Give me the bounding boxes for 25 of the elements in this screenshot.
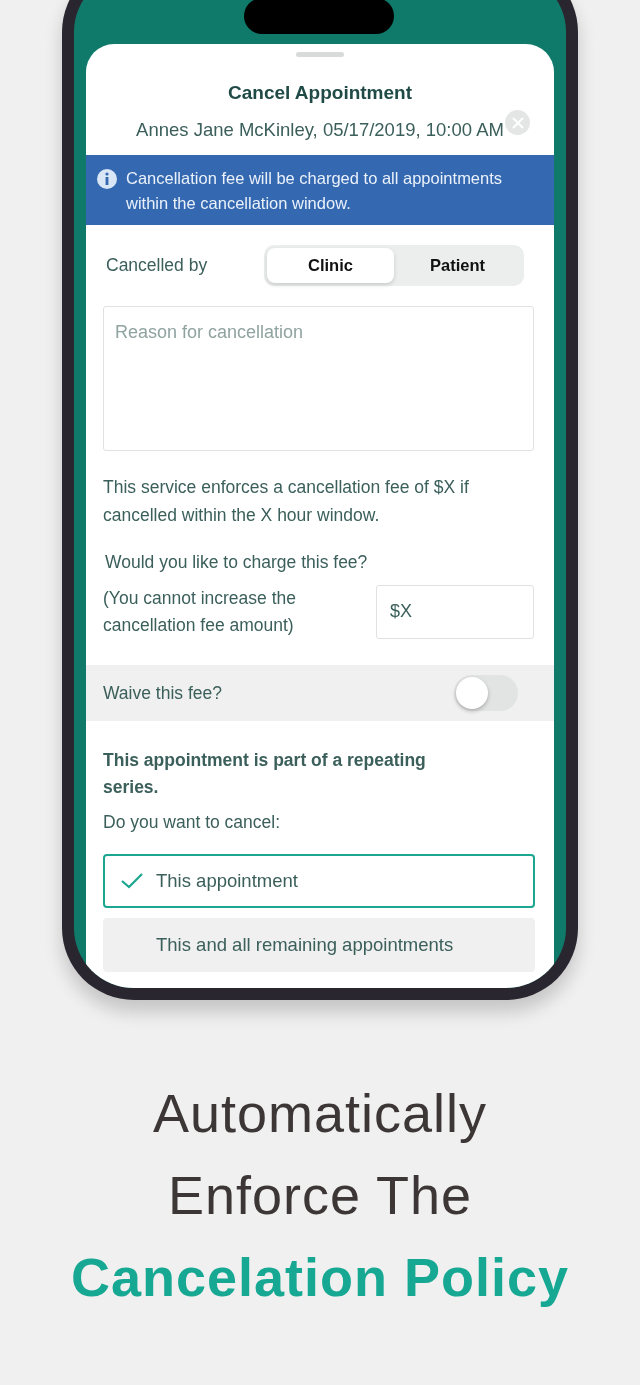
charge-note: (You cannot increase the cancellation fee amount) bbox=[103, 586, 297, 637]
close-button[interactable] bbox=[505, 110, 530, 135]
fee-amount-field[interactable]: $X bbox=[376, 584, 534, 639]
reason-field[interactable]: Reason for cancellation bbox=[103, 305, 534, 451]
waive-fee-label: Waive this fee? bbox=[103, 681, 222, 705]
cancel-question: Do you want to cancel: bbox=[102, 811, 282, 835]
appointment-details: Annes Jane McKinley, 05/17/2019, 10:00 AM bbox=[136, 117, 504, 142]
check-icon bbox=[120, 871, 144, 890]
headline: Enforce The bbox=[167, 1164, 473, 1227]
series-heading: This appointment is part of a repeating series. bbox=[102, 749, 427, 800]
segment-tab[interactable]: Patient bbox=[394, 247, 521, 283]
cancel-option[interactable]: This and all remaining appointments bbox=[103, 917, 535, 972]
close-icon bbox=[511, 116, 524, 129]
cancel-option[interactable]: This appointment bbox=[103, 853, 535, 908]
cancelled-by-label: Cancelled by bbox=[106, 254, 208, 277]
fee-policy-text: This service enforces a cancellation fee of $X if cancelled within the X hour window. bbox=[102, 475, 470, 527]
drag-handle[interactable] bbox=[296, 52, 344, 57]
segment-tab[interactable]: Clinic bbox=[267, 247, 394, 283]
waive-toggle[interactable] bbox=[454, 675, 518, 711]
modal-title: Cancel Appointment bbox=[227, 81, 413, 105]
headline-accent: Cancelation Policy bbox=[70, 1246, 570, 1309]
headline: Automatically bbox=[152, 1082, 488, 1145]
charge-question: Would you like to charge this fee? bbox=[104, 550, 369, 574]
notice-text: Cancellation fee will be charged to all appointments within the cancellation window. bbox=[126, 168, 504, 214]
info-icon bbox=[96, 168, 118, 191]
